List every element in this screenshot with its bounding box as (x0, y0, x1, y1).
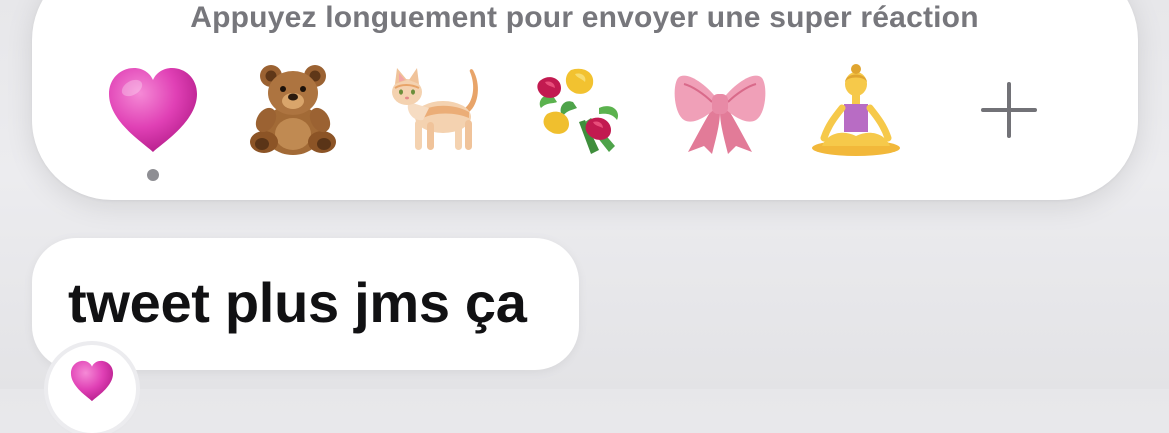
reaction-cat-button[interactable] (385, 60, 485, 160)
more-reactions-button[interactable] (959, 60, 1059, 160)
message-tapback-badge[interactable] (48, 345, 136, 433)
selected-reaction-indicator (147, 169, 159, 181)
heart-icon (70, 360, 114, 402)
message-text: tweet plus jms ça (68, 271, 527, 334)
reaction-teddy-bear-button[interactable] (243, 60, 343, 160)
reaction-lotus-position-button[interactable] (806, 60, 906, 160)
heart-icon (109, 68, 197, 152)
bouquet-icon (537, 68, 619, 154)
reaction-ribbon-bow-button[interactable] (670, 60, 770, 160)
ribbon-bow-icon (674, 75, 766, 154)
reaction-bouquet-button[interactable] (529, 60, 629, 160)
reaction-heart-button[interactable] (103, 60, 203, 160)
teddy-bear-icon (250, 65, 336, 155)
cat-icon (392, 68, 478, 150)
person-lotus-position-icon (812, 64, 900, 156)
plus-icon (981, 82, 1037, 138)
super-reaction-hint: Appuyez longuement pour envoyer une supe… (190, 1, 979, 34)
